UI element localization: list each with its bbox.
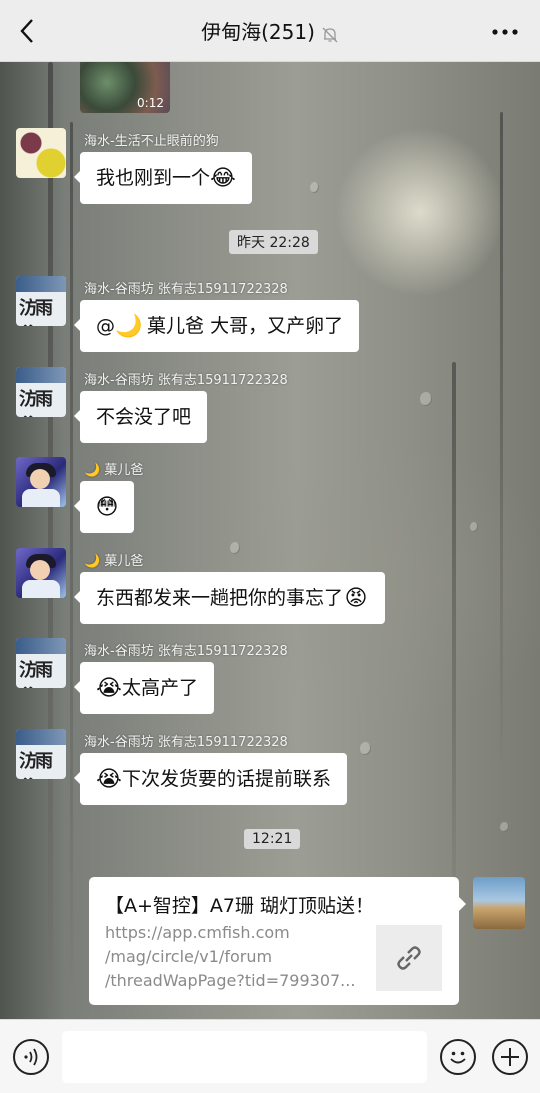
rain-streak	[70, 122, 73, 982]
sender-name: 海水-谷雨坊 张有志15911722328	[84, 644, 288, 659]
plus-icon[interactable]	[492, 1039, 528, 1075]
laughing-tears-emoji-icon: 😂	[210, 165, 236, 191]
moon-emoji-icon: 🌙	[84, 463, 101, 478]
moon-emoji-icon: 🌙	[115, 313, 143, 339]
message-bubble[interactable]: 不会没了吧	[73, 391, 208, 443]
message-bubble[interactable]: 东西都发来一趟把你的事忘了😡	[73, 572, 386, 624]
water-drop	[420, 392, 432, 406]
input-bar	[0, 1019, 540, 1093]
avatar-glyph: 汸雨谷	[19, 751, 53, 779]
crying-emoji-icon: 😭	[96, 675, 122, 701]
timestamp: 12:21	[244, 829, 301, 849]
sender-name: 🌙 菓儿爸	[84, 554, 144, 569]
url-line: /threadWapPage?tid=799307...	[105, 971, 355, 990]
avatar[interactable]: 汸雨谷	[16, 276, 66, 326]
emoji-icon[interactable]	[440, 1039, 476, 1075]
chat-area[interactable]: 0:12 海水-生活不止眼前的狗 我也刚到一个😂 昨天 22:28 汸雨谷 海水…	[0, 62, 540, 1019]
rain-streak	[500, 112, 503, 762]
sender-name: 海水-谷雨坊 张有志15911722328	[84, 735, 288, 750]
message-bubble[interactable]: 😭太高产了	[73, 662, 215, 714]
avatar-glyph: 汸雨谷	[19, 298, 53, 326]
timestamp: 昨天 22:28	[229, 230, 318, 254]
message-bubble[interactable]: @🌙 菓儿爸 大哥，又产卵了	[73, 300, 360, 352]
water-drop	[360, 742, 371, 755]
message-text: 不会没了吧	[96, 406, 192, 428]
message-text: 东西都发来一趟把你的事忘了	[96, 587, 344, 609]
link-card-url: https://app.cmfish.com /mag/circle/v1/fo…	[105, 921, 355, 993]
message-text: 我也刚到一个	[96, 167, 211, 189]
rain-streak	[48, 62, 53, 1019]
avatar[interactable]: 汸雨谷	[16, 638, 66, 688]
link-card-title: 【A+智控】A7珊 瑚灯顶贴送！	[105, 895, 375, 917]
sender-name: 海水-谷雨坊 张有志15911722328	[84, 282, 288, 297]
angry-emoji-icon: 😡	[344, 585, 368, 611]
avatar-glyph: 汸雨谷	[19, 660, 53, 688]
chat-title: 伊甸海(251)	[0, 16, 540, 45]
water-drop	[310, 182, 319, 193]
sender-name: 🌙 菓儿爸	[84, 463, 144, 478]
flushed-emoji-icon: 😳	[95, 494, 119, 520]
avatar[interactable]: 汸雨谷	[16, 729, 66, 779]
message-text: 下次发货要的话提前联系	[122, 768, 332, 790]
avatar[interactable]: 汸雨谷	[16, 367, 66, 417]
mention-at: @	[96, 315, 115, 337]
avatar[interactable]	[16, 548, 66, 598]
link-card[interactable]: 【A+智控】A7珊 瑚灯顶贴送！ https://app.cmfish.com …	[89, 877, 466, 1005]
my-avatar[interactable]	[473, 877, 525, 929]
sender-name: 海水-谷雨坊 张有志15911722328	[84, 373, 288, 388]
message-text: 太高产了	[122, 677, 199, 699]
avatar[interactable]	[16, 128, 66, 178]
url-line: https://app.cmfish.com	[105, 923, 290, 942]
crying-emoji-icon: 😭	[96, 766, 122, 792]
url-line: /mag/circle/v1/forum	[105, 947, 273, 966]
water-drop	[500, 822, 509, 832]
message-input[interactable]	[62, 1031, 427, 1083]
message-bubble[interactable]: 😭下次发货要的话提前联系	[73, 753, 348, 805]
voice-icon[interactable]	[13, 1039, 49, 1075]
sender-name: 海水-生活不止眼前的狗	[84, 134, 219, 149]
water-drop	[230, 542, 240, 554]
avatar-glyph: 汸雨谷	[19, 389, 53, 417]
more-dots-icon[interactable]	[490, 20, 520, 44]
message-bubble[interactable]: 😳	[74, 481, 134, 533]
video-duration: 0:12	[137, 96, 164, 110]
link-icon	[376, 925, 442, 991]
muted-bell-icon	[321, 25, 339, 43]
video-message[interactable]: 0:12	[80, 62, 170, 113]
water-drop	[470, 522, 478, 532]
rain-streak	[452, 362, 456, 912]
message-bubble[interactable]: 我也刚到一个😂	[73, 152, 253, 204]
title-bar: 伊甸海(251)	[0, 0, 540, 62]
avatar[interactable]	[16, 457, 66, 507]
message-text: 菓儿爸 大哥，又产卵了	[141, 315, 344, 337]
group-name: 伊甸海(251)	[201, 20, 315, 44]
moon-emoji-icon: 🌙	[84, 554, 101, 569]
